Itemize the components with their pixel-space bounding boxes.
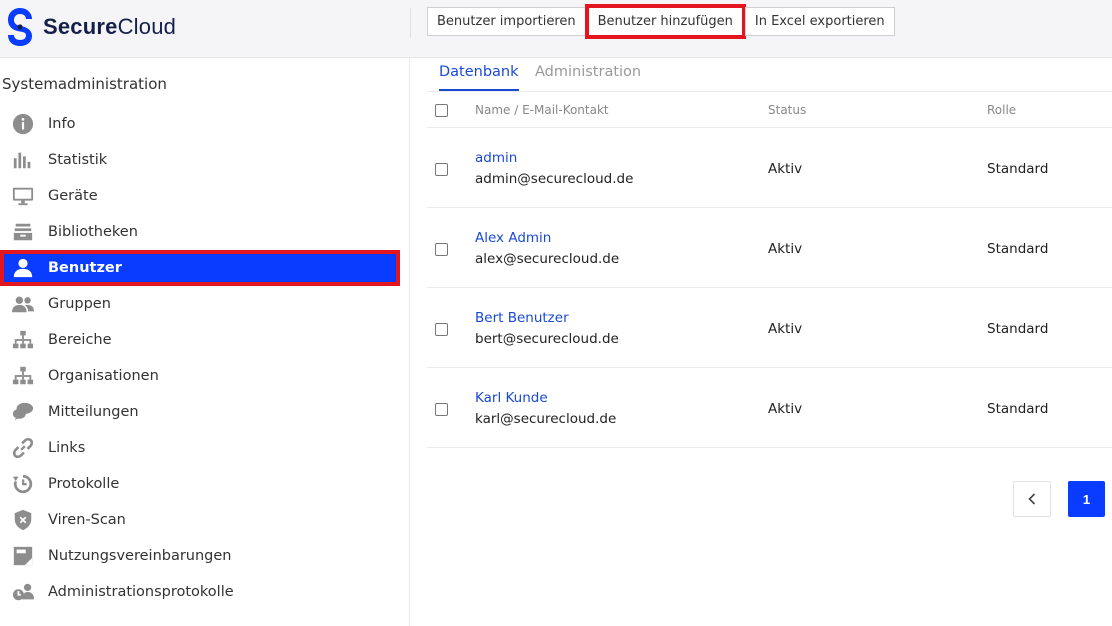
- user-icon: [11, 256, 35, 280]
- sidebar-item-gruppen[interactable]: Gruppen: [0, 286, 410, 322]
- library-icon: [11, 220, 35, 244]
- table-header: Name / E-Mail-Kontakt Status Rolle: [427, 92, 1112, 128]
- tab-bar: Datenbank Administration: [427, 58, 1112, 92]
- previous-page-button[interactable]: [1013, 481, 1051, 517]
- admin-log-icon: [11, 580, 35, 604]
- sidebar-item-label: Links: [48, 440, 86, 456]
- user-email: bert@securecloud.de: [475, 331, 619, 347]
- user-status: Aktiv: [768, 161, 803, 177]
- organization-icon: [11, 364, 35, 388]
- sidebar-item-geraete[interactable]: Geräte: [0, 178, 410, 214]
- users-table: Name / E-Mail-Kontakt Status Rolle admin…: [427, 92, 1112, 448]
- select-all-checkbox[interactable]: [435, 104, 448, 117]
- user-email: karl@securecloud.de: [475, 411, 617, 427]
- history-icon: [11, 472, 35, 496]
- table-row: Alex Admin alex@securecloud.de Aktiv Sta…: [427, 208, 1112, 288]
- info-icon: [11, 112, 35, 136]
- user-role: Standard: [987, 321, 1049, 337]
- user-name-link[interactable]: Karl Kunde: [475, 390, 548, 406]
- user-role: Standard: [987, 241, 1049, 257]
- chat-icon: [11, 400, 35, 424]
- sidebar-heading: Systemadministration: [2, 75, 167, 93]
- tab-datenbank[interactable]: Datenbank: [439, 64, 519, 91]
- link-icon: [11, 436, 35, 460]
- sidebar-item-label: Nutzungsvereinbarungen: [48, 548, 232, 564]
- sidebar-item-nutzungsvereinbarungen[interactable]: Nutzungsvereinbarungen: [0, 538, 410, 574]
- user-name-link[interactable]: Alex Admin: [475, 230, 551, 246]
- sidebar-item-protokolle[interactable]: Protokolle: [0, 466, 410, 502]
- monitor-icon: [11, 184, 35, 208]
- sidebar-item-label: Bereiche: [48, 332, 112, 348]
- sidebar-item-statistik[interactable]: Statistik: [0, 142, 410, 178]
- user-email: admin@securecloud.de: [475, 171, 634, 187]
- sidebar-item-label: Gruppen: [48, 296, 111, 312]
- sidebar-item-label: Viren-Scan: [48, 512, 126, 528]
- top-bar: SecureCloud Benutzer importieren Benutze…: [0, 0, 1112, 58]
- hierarchy-icon: [11, 328, 35, 352]
- sidebar-item-label: Administrationsprotokolle: [48, 584, 234, 600]
- row-checkbox[interactable]: [435, 243, 448, 256]
- table-row: Karl Kunde karl@securecloud.de Aktiv Sta…: [427, 368, 1112, 448]
- sidebar-item-info[interactable]: Info: [0, 106, 410, 142]
- sidebar-item-label: Statistik: [48, 152, 108, 168]
- user-name-link[interactable]: Bert Benutzer: [475, 310, 569, 326]
- user-role: Standard: [987, 161, 1049, 177]
- sidebar-item-mitteilungen[interactable]: Mitteilungen: [0, 394, 410, 430]
- sidebar-item-links[interactable]: Links: [0, 430, 410, 466]
- export-excel-button[interactable]: In Excel exportieren: [744, 7, 895, 36]
- add-user-button[interactable]: Benutzer hinzufügen: [584, 4, 746, 39]
- bar-chart-icon: [11, 148, 35, 172]
- column-header-role[interactable]: Rolle: [987, 103, 1016, 117]
- table-row: admin admin@securecloud.de Aktiv Standar…: [427, 128, 1112, 208]
- user-role: Standard: [987, 401, 1049, 417]
- sidebar-item-organisationen[interactable]: Organisationen: [0, 358, 410, 394]
- sidebar-item-label: Mitteilungen: [48, 404, 139, 420]
- sidebar-item-label: Organisationen: [48, 368, 159, 384]
- user-name-link[interactable]: admin: [475, 150, 517, 166]
- toolbar: Benutzer importieren Benutzer hinzufügen…: [427, 4, 897, 39]
- group-icon: [11, 292, 35, 316]
- document-icon: [11, 544, 35, 568]
- user-email: alex@securecloud.de: [475, 251, 620, 267]
- shield-icon: [11, 508, 35, 532]
- sidebar-item-bibliotheken[interactable]: Bibliotheken: [0, 214, 410, 250]
- tab-administration[interactable]: Administration: [535, 64, 641, 80]
- sidebar-item-viren-scan[interactable]: Viren-Scan: [0, 502, 410, 538]
- sidebar-item-benutzer[interactable]: Benutzer: [0, 250, 400, 286]
- page-number-button[interactable]: 1: [1068, 481, 1105, 517]
- logo[interactable]: SecureCloud: [6, 6, 176, 48]
- sidebar-item-label: Protokolle: [48, 476, 120, 492]
- sidebar-item-label: Bibliotheken: [48, 224, 138, 240]
- sidebar-item-bereiche[interactable]: Bereiche: [0, 322, 410, 358]
- chevron-left-icon: [1028, 493, 1036, 505]
- sidebar-nav: Info Statistik Geräte Bibliotheken Benut…: [0, 106, 410, 610]
- row-checkbox[interactable]: [435, 323, 448, 336]
- table-row: Bert Benutzer bert@securecloud.de Aktiv …: [427, 288, 1112, 368]
- user-status: Aktiv: [768, 241, 803, 257]
- import-users-button[interactable]: Benutzer importieren: [427, 7, 586, 36]
- sidebar-item-label: Info: [48, 116, 76, 132]
- row-checkbox[interactable]: [435, 163, 448, 176]
- cloud-logo-icon: [8, 8, 32, 46]
- topbar-divider: [410, 8, 411, 38]
- sidebar: Systemadministration Info Statistik Gerä…: [0, 58, 410, 626]
- sidebar-item-label: Geräte: [48, 188, 98, 204]
- user-status: Aktiv: [768, 321, 803, 337]
- user-status: Aktiv: [768, 401, 803, 417]
- column-header-name[interactable]: Name / E-Mail-Kontakt: [475, 103, 609, 117]
- sidebar-item-label: Benutzer: [48, 260, 122, 276]
- column-header-status[interactable]: Status: [768, 103, 806, 117]
- row-checkbox[interactable]: [435, 403, 448, 416]
- brand-name: SecureCloud: [43, 14, 177, 39]
- sidebar-item-administrationsprotokolle[interactable]: Administrationsprotokolle: [0, 574, 410, 610]
